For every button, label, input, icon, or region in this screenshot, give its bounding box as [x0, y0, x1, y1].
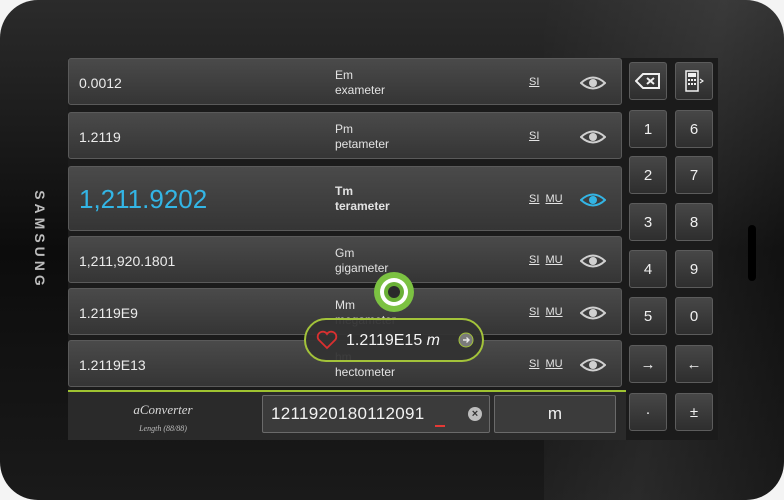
row-unit-name: terameter [335, 199, 390, 213]
key-decimal[interactable]: · [629, 393, 667, 431]
key-3[interactable]: 3 [629, 203, 667, 241]
conversion-row-petameter[interactable]: 1.2119 Pm petameter SI [68, 112, 622, 159]
eye-icon[interactable] [580, 305, 606, 321]
row-unit-name: exameter [335, 83, 386, 97]
eye-icon[interactable] [580, 129, 606, 145]
key-next[interactable]: → [629, 345, 667, 383]
key-5[interactable]: 5 [629, 297, 667, 335]
app-screen: 0.0012 Em exameter SI 1.2119 Pm petamete… [68, 58, 718, 440]
popup-unit: m [426, 332, 440, 349]
category-label: Length (88/88) [139, 424, 187, 433]
row-value: 1.2119E13 [79, 357, 146, 373]
clear-icon[interactable]: × [468, 407, 482, 421]
popup-value: 1.2119E15 m [346, 332, 440, 349]
row-unit-name: petameter [335, 137, 390, 151]
home-key [748, 225, 756, 281]
row-unit-name: hectometer [335, 365, 396, 379]
system-link-si[interactable]: SI [529, 358, 539, 370]
unit-selector[interactable]: m [494, 395, 616, 433]
key-9[interactable]: 9 [675, 250, 713, 288]
favorite-popup[interactable]: 1.2119E15 m [304, 318, 484, 362]
text-cursor [435, 425, 445, 427]
keypad: 1 6 2 7 3 8 4 9 5 0 → ← · ± [624, 58, 718, 440]
key-prev[interactable]: ← [675, 345, 713, 383]
conversion-row-terameter[interactable]: 1,211.9202 Tm terameter SI MU [68, 166, 622, 231]
system-link-mu[interactable]: MU [545, 193, 562, 205]
brand-text: SAMSUNG [32, 190, 48, 290]
arrow-circle-icon[interactable] [458, 332, 474, 348]
calculator-button[interactable] [675, 62, 713, 100]
key-8[interactable]: 8 [675, 203, 713, 241]
accent-divider [68, 390, 626, 392]
row-unit-symbol: Em [335, 68, 353, 82]
key-4[interactable]: 4 [629, 250, 667, 288]
app-name: aConverter [133, 402, 193, 417]
key-6[interactable]: 6 [675, 110, 713, 148]
key-sign[interactable]: ± [675, 393, 713, 431]
conversion-row-exameter[interactable]: 0.0012 Em exameter SI [68, 58, 622, 105]
system-link-si[interactable]: SI [529, 193, 539, 205]
value-input[interactable]: 1211920180112091 × [262, 395, 490, 433]
system-link-si[interactable]: SI [529, 76, 539, 88]
backspace-button[interactable] [629, 62, 667, 100]
system-link-si[interactable]: SI [529, 254, 539, 266]
key-0[interactable]: 0 [675, 297, 713, 335]
conversion-row-gigameter[interactable]: 1,211,920.1801 Gm gigameter SI MU [68, 236, 622, 283]
eye-icon[interactable] [580, 192, 606, 208]
brand-logo: SAMSUNG [20, 160, 60, 320]
row-value: 1,211,920.1801 [79, 253, 176, 269]
eye-icon[interactable] [580, 75, 606, 91]
tablet-frame: SAMSUNG 0.0012 Em exameter SI 1.2119 Pm … [0, 0, 784, 500]
system-link-si[interactable]: SI [529, 130, 539, 142]
key-2[interactable]: 2 [629, 156, 667, 194]
row-value-active: 1,211.9202 [79, 184, 208, 214]
row-value: 1.2119E9 [79, 305, 138, 321]
heart-icon[interactable] [316, 330, 338, 350]
row-unit-symbol: Tm [335, 184, 353, 198]
backspace-icon [635, 73, 660, 89]
row-value: 0.0012 [79, 75, 122, 91]
eye-icon[interactable] [580, 357, 606, 373]
row-unit-symbol: Pm [335, 122, 353, 136]
row-value: 1.2119 [79, 129, 121, 145]
app-logo: aConverter Length (88/88) [108, 402, 218, 433]
calculator-icon [685, 70, 704, 92]
system-link-si[interactable]: SI [529, 306, 539, 318]
target-icon[interactable] [372, 270, 416, 314]
row-unit-symbol: Gm [335, 246, 355, 260]
eye-icon[interactable] [580, 253, 606, 269]
key-7[interactable]: 7 [675, 156, 713, 194]
key-1[interactable]: 1 [629, 110, 667, 148]
system-link-mu[interactable]: MU [545, 254, 562, 266]
system-link-mu[interactable]: MU [545, 306, 562, 318]
system-link-mu[interactable]: MU [545, 358, 562, 370]
input-value: 1211920180112091 [271, 404, 425, 423]
